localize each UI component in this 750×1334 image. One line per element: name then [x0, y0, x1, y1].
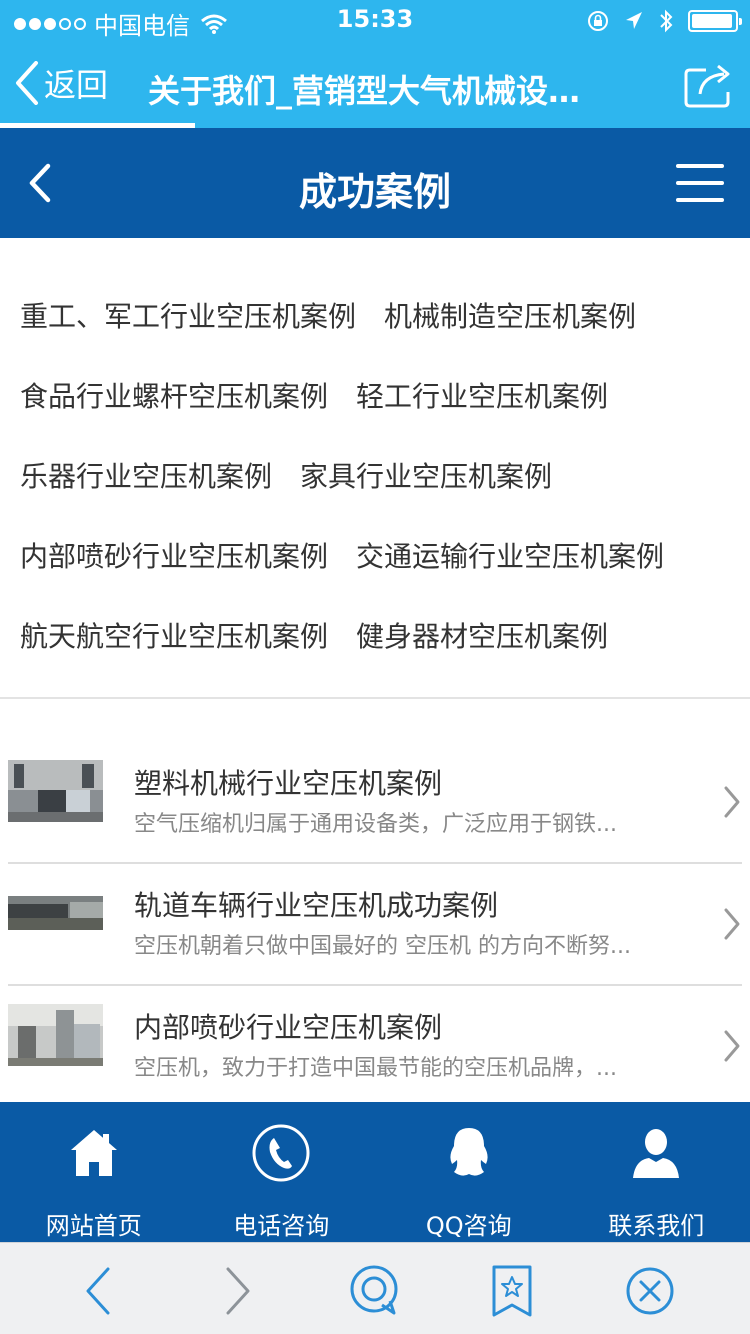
page-title: 关于我们_营销型大气机械设…: [148, 72, 581, 110]
chevron-right-icon: [724, 1030, 740, 1062]
browser-chat-icon[interactable]: [346, 1263, 402, 1319]
case-thumbnail: [8, 882, 103, 944]
browser-top-chrome: 中国电信 15:33 返回 关于我们_营销型大气机械设…: [0, 0, 750, 128]
case-title: 塑料机械行业空压机案例: [134, 767, 443, 800]
footer-home-link[interactable]: 网站首页: [0, 1102, 188, 1242]
category-link[interactable]: 健身器材空压机案例: [356, 618, 608, 656]
site-header: 成功案例: [0, 128, 750, 238]
case-title: 轨道车辆行业空压机成功案例: [134, 889, 499, 922]
battery-icon: [688, 10, 742, 32]
footer-label: 网站首页: [45, 1212, 142, 1240]
case-title: 内部喷砂行业空压机案例: [134, 1011, 443, 1044]
share-icon: [684, 64, 730, 108]
status-bar: 中国电信 15:33: [0, 0, 750, 40]
share-button[interactable]: [684, 62, 736, 108]
category-row: 重工、军工行业空压机案例 机械制造空压机案例: [20, 298, 750, 378]
list-item[interactable]: 轨道车辆行业空压机成功案例 空压机朝着只做中国最好的 空压机 的方向不断努...: [8, 864, 742, 986]
category-row: 航天航空行业空压机案例 健身器材空压机案例: [20, 618, 750, 698]
list-item[interactable]: 塑料机械行业空压机案例 空气压缩机归属于通用设备类，广泛应用于钢铁...: [8, 742, 742, 864]
category-link[interactable]: 交通运输行业空压机案例: [356, 538, 664, 576]
category-list: 重工、军工行业空压机案例 机械制造空压机案例 食品行业螺杆空压机案例 轻工行业空…: [0, 238, 750, 699]
rotation-lock-icon: [588, 11, 608, 31]
status-icons: [586, 8, 742, 34]
browser-back-arrow-icon[interactable]: [72, 1263, 128, 1319]
phone-icon: [252, 1124, 310, 1182]
qq-icon: [450, 1128, 488, 1176]
case-thumbnail: [8, 1004, 103, 1066]
bluetooth-icon: [660, 9, 673, 33]
browser-forward-arrow-icon[interactable]: [208, 1263, 264, 1319]
section-title: 成功案例: [298, 170, 451, 214]
category-link[interactable]: 乐器行业空压机案例: [20, 458, 272, 496]
browser-back-button[interactable]: 返回: [14, 60, 108, 106]
footer-label: 电话咨询: [233, 1212, 330, 1240]
category-link[interactable]: 内部喷砂行业空压机案例: [20, 538, 328, 576]
chevron-left-icon: [16, 61, 38, 105]
footer-label: 联系我们: [608, 1212, 705, 1240]
category-link[interactable]: 食品行业螺杆空压机案例: [20, 378, 328, 416]
category-row: 内部喷砂行业空压机案例 交通运输行业空压机案例: [20, 538, 750, 618]
case-list: 塑料机械行业空压机案例 空气压缩机归属于通用设备类，广泛应用于钢铁... 轨道车…: [0, 742, 750, 1108]
list-item[interactable]: 内部喷砂行业空压机案例 空压机，致力于打造中国最节能的空压机品牌，...: [8, 986, 742, 1108]
category-link[interactable]: 机械制造空压机案例: [384, 298, 636, 336]
footer-qq-link[interactable]: QQ咨询: [375, 1102, 563, 1242]
person-icon: [633, 1129, 680, 1178]
category-link[interactable]: 重工、军工行业空压机案例: [20, 298, 356, 336]
category-link[interactable]: 航天航空行业空压机案例: [20, 618, 328, 656]
case-thumbnail: [8, 760, 103, 822]
footer-label: QQ咨询: [425, 1212, 512, 1240]
case-description: 空压机朝着只做中国最好的 空压机 的方向不断努...: [134, 934, 631, 959]
close-icon[interactable]: [622, 1263, 678, 1319]
browser-back-label: 返回: [44, 66, 109, 104]
bookmark-icon[interactable]: [484, 1263, 540, 1319]
footer-contact-link[interactable]: 联系我们: [563, 1102, 750, 1242]
chevron-right-icon: [724, 908, 740, 940]
site-footer-nav: 网站首页 电话咨询 QQ咨询 联系我们: [0, 1102, 750, 1242]
home-icon: [70, 1130, 117, 1176]
menu-icon[interactable]: [676, 164, 724, 202]
browser-toolbar: [0, 1242, 750, 1334]
case-description: 空压机，致力于打造中国最节能的空压机品牌，...: [134, 1056, 617, 1081]
browser-nav-bar: 返回 关于我们_营销型大气机械设…: [0, 40, 750, 128]
case-description: 空气压缩机归属于通用设备类，广泛应用于钢铁...: [134, 812, 617, 837]
chevron-right-icon: [724, 786, 740, 818]
category-row: 乐器行业空压机案例 家具行业空压机案例: [20, 458, 750, 538]
category-row: 食品行业螺杆空压机案例 轻工行业空压机案例: [20, 378, 750, 458]
battery-fill: [692, 14, 732, 28]
footer-phone-link[interactable]: 电话咨询: [188, 1102, 376, 1242]
category-link[interactable]: 轻工行业空压机案例: [356, 378, 608, 416]
location-icon: [626, 12, 642, 29]
category-link[interactable]: 家具行业空压机案例: [300, 458, 552, 496]
